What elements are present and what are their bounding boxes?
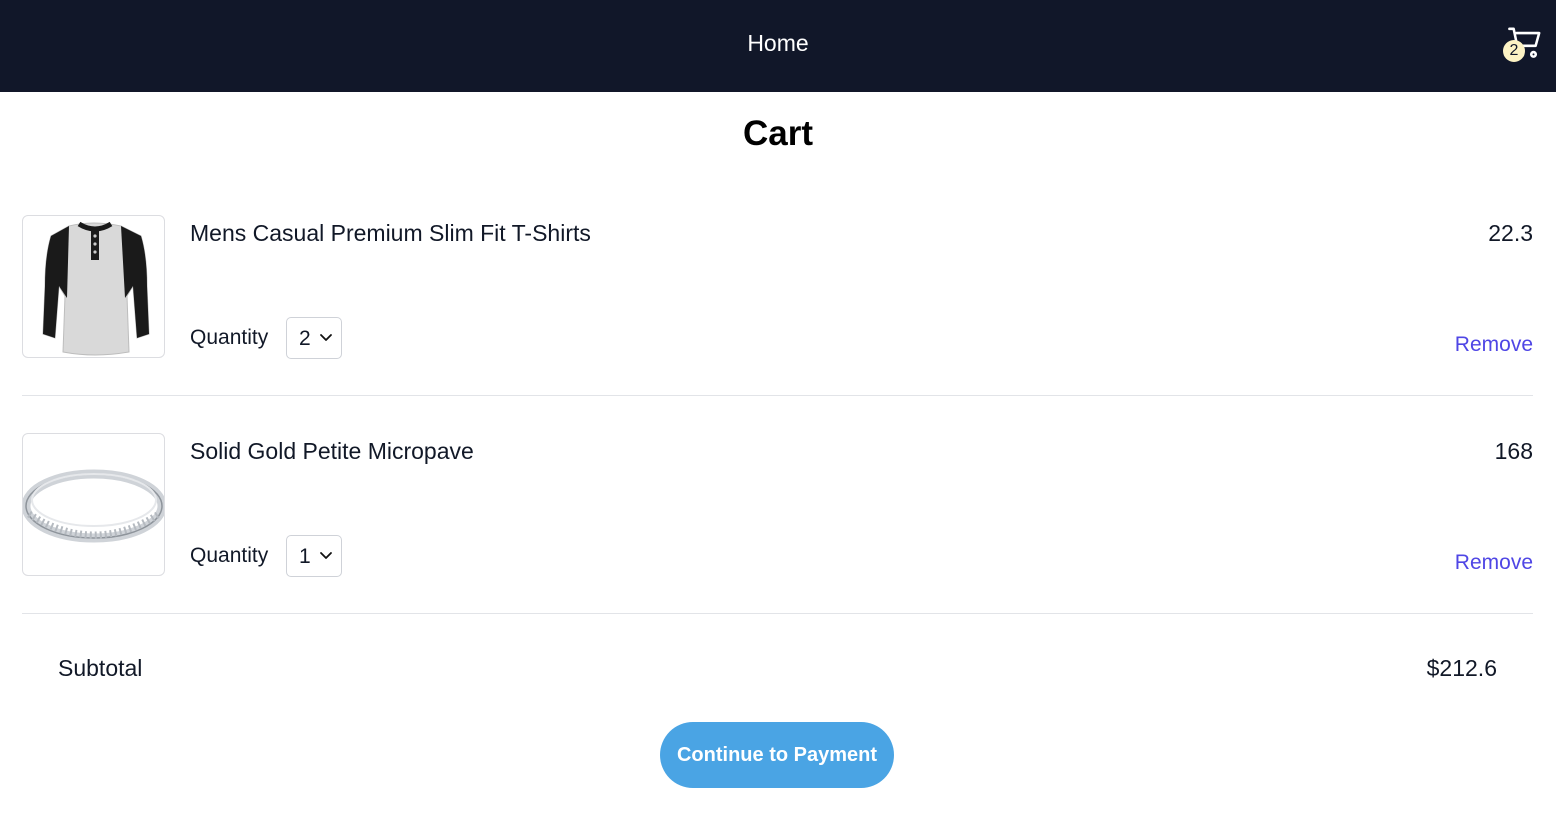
quantity-label: Quantity bbox=[190, 326, 269, 349]
subtotal-value: $212.6 bbox=[1426, 655, 1497, 681]
remove-item-button[interactable]: Remove bbox=[1455, 551, 1533, 575]
item-price: 22.3 bbox=[1488, 220, 1533, 246]
ring-image bbox=[22, 433, 165, 576]
quantity-label: Quantity bbox=[190, 544, 269, 567]
quantity-select[interactable]: 1 bbox=[286, 535, 342, 577]
chevron-down-icon bbox=[320, 334, 332, 341]
cart-item: Solid Gold Petite Micropave 168 Quantity… bbox=[22, 396, 1533, 614]
quantity-value: 2 bbox=[299, 327, 311, 350]
cart-item: Mens Casual Premium Slim Fit T-Shirts 22… bbox=[22, 178, 1533, 396]
subtotal-label: Subtotal bbox=[58, 655, 143, 681]
continue-to-payment-button[interactable]: Continue to Payment bbox=[660, 722, 894, 788]
page-title: Cart bbox=[742, 114, 814, 153]
cart-button[interactable]: 2 bbox=[1500, 24, 1546, 64]
home-nav-link: Home bbox=[0, 30, 1556, 57]
home-link-label[interactable]: Home bbox=[747, 30, 808, 56]
item-price: 168 bbox=[1494, 438, 1533, 464]
item-name: Mens Casual Premium Slim Fit T-Shirts bbox=[190, 220, 591, 246]
cart-count-badge: 2 bbox=[1503, 40, 1525, 62]
chevron-down-icon bbox=[320, 552, 332, 559]
quantity-value: 1 bbox=[299, 545, 311, 568]
quantity-select[interactable]: 2 bbox=[286, 317, 342, 359]
top-navbar: Home 2 bbox=[0, 0, 1556, 92]
remove-item-button[interactable]: Remove bbox=[1455, 333, 1533, 357]
tshirt-image bbox=[22, 215, 165, 358]
item-name: Solid Gold Petite Micropave bbox=[190, 438, 474, 464]
